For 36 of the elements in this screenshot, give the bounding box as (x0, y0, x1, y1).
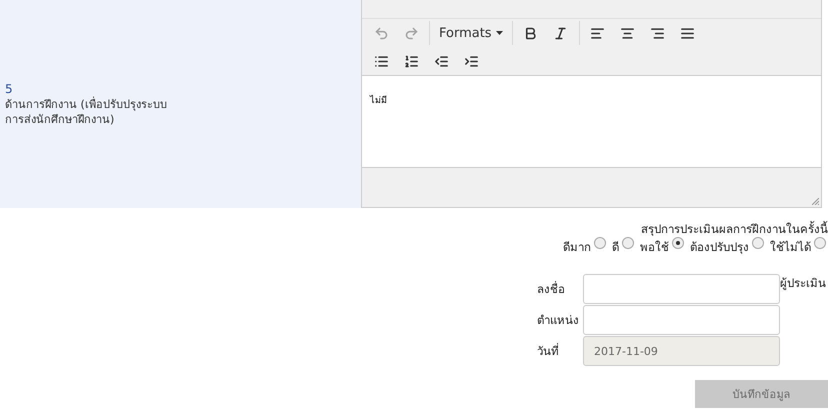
criterion-number: 5 (5, 82, 14, 96)
redo-icon (404, 26, 418, 40)
editor-content[interactable]: ไม่มี (362, 75, 821, 168)
formats-dropdown[interactable]: Formats (433, 20, 509, 46)
field-suffix: ผู้ประเมิน (780, 275, 827, 292)
align-justify-icon (680, 26, 696, 40)
summary-title: สรุปการประเมินผลการฝึกงานในครั้งนี้ (641, 220, 828, 238)
criterion-title: ด้านการฝึกงาน (เพื่อปรับปรุงระบบ การส่งนักศึกษาฝึกงาน) (5, 96, 168, 126)
undo-icon (374, 26, 388, 40)
radio-button[interactable] (622, 237, 634, 249)
italic-icon (553, 26, 568, 40)
option-label: ดีมาก (563, 239, 591, 256)
option-label: ดี (612, 239, 619, 256)
input-field[interactable] (583, 305, 780, 335)
input-field[interactable] (583, 274, 780, 304)
field-label: ตำแหน่ง (537, 312, 580, 329)
radio-button[interactable] (594, 237, 606, 249)
option-label: พอใช้ (640, 239, 669, 256)
align-left-icon (590, 26, 606, 40)
option-label: ใช้ไม่ได้ (770, 239, 811, 256)
bold-icon (523, 26, 538, 40)
outdent-icon (434, 54, 448, 68)
bullet-list-icon (374, 54, 388, 68)
editor-text: ไม่มี (370, 96, 387, 106)
radio-button[interactable] (814, 237, 826, 249)
resize-grip-icon[interactable] (812, 198, 819, 205)
option-label: ต้องปรับปรุง (690, 239, 749, 256)
align-right-icon (650, 26, 666, 40)
caret-icon (496, 31, 503, 35)
radio-button[interactable] (672, 237, 684, 249)
field-label: ลงชื่อ (537, 280, 566, 298)
radio-button[interactable] (752, 237, 764, 249)
indent-icon (464, 54, 478, 68)
field-label: วันที่ (537, 342, 560, 360)
align-center-icon (620, 26, 636, 40)
numbered-list-icon (404, 54, 418, 68)
